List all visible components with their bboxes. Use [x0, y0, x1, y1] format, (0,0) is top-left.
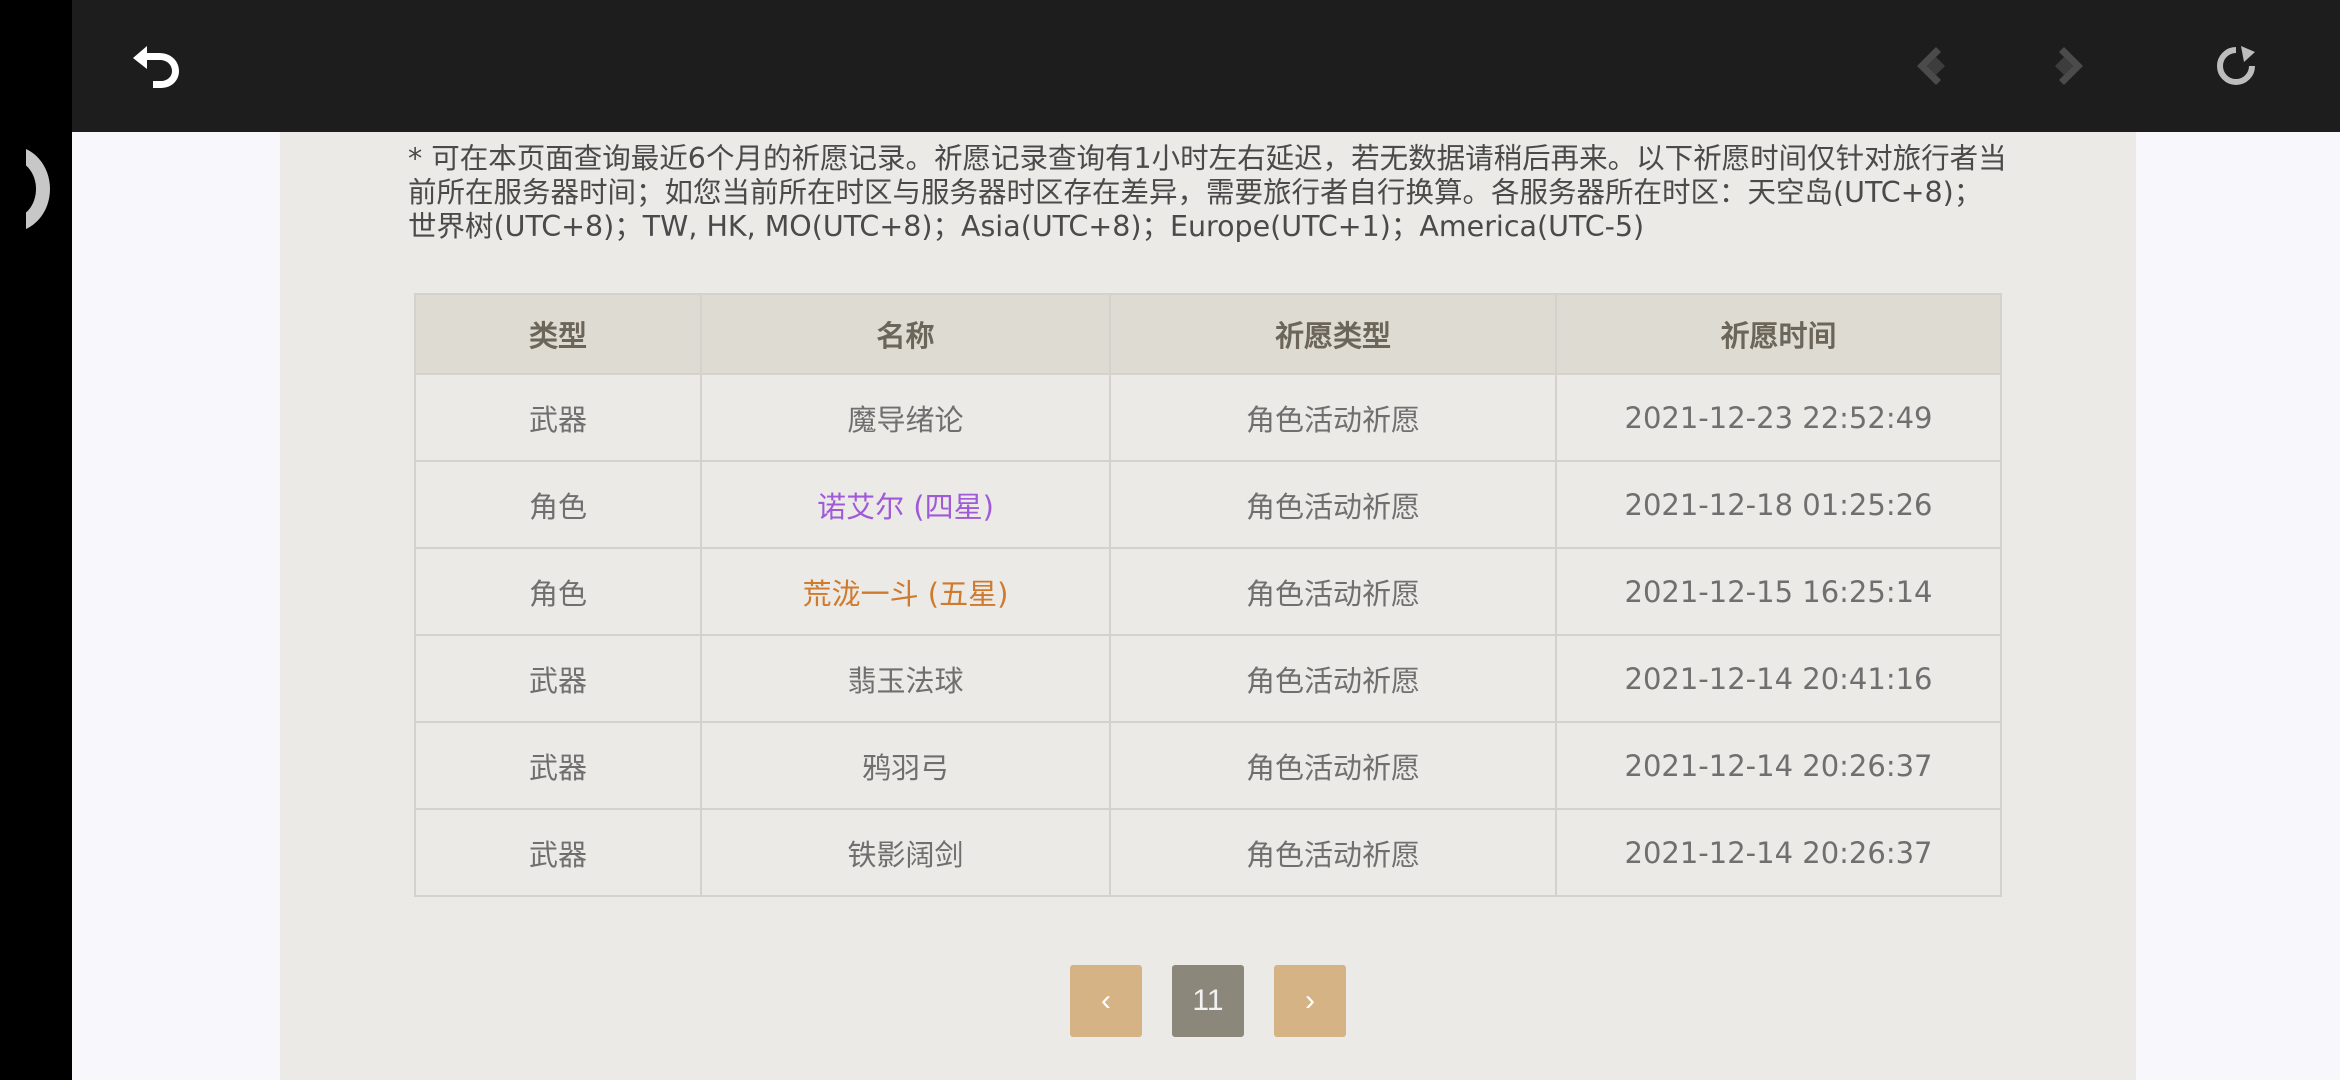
- cell-name: 铁影阔剑: [700, 808, 1111, 897]
- cell-name-five-star: 荒泷一斗 (五星): [700, 547, 1111, 636]
- cell-time: 2021-12-15 16:25:14: [1555, 547, 2002, 636]
- current-page-indicator: 11: [1172, 965, 1244, 1037]
- cell-wish-type: 角色活动祈愿: [1109, 808, 1557, 897]
- notice-text: * 可在本页面查询最近6个月的祈愿记录。祈愿记录查询有1小时左右延迟，若无数据请…: [408, 142, 2007, 243]
- header-wish-time: 祈愿时间: [1555, 293, 2002, 375]
- nav-next-button[interactable]: [2034, 36, 2094, 96]
- cell-type: 武器: [414, 721, 702, 810]
- cell-time: 2021-12-14 20:41:16: [1555, 634, 2002, 723]
- cell-type: 武器: [414, 373, 702, 462]
- cell-type: 角色: [414, 460, 702, 549]
- cell-name: 魔导绪论: [700, 373, 1111, 462]
- table-row: 角色 诺艾尔 (四星) 角色活动祈愿 2021-12-18 01:25:26: [414, 460, 2002, 549]
- cell-type: 角色: [414, 547, 702, 636]
- cell-wish-type: 角色活动祈愿: [1109, 634, 1557, 723]
- header-type: 类型: [414, 293, 702, 375]
- cell-name: 鸦羽弓: [700, 721, 1111, 810]
- back-button[interactable]: [126, 36, 186, 96]
- table-row: 武器 魔导绪论 角色活动祈愿 2021-12-23 22:52:49: [414, 373, 2002, 462]
- back-arrow-icon: [133, 46, 179, 88]
- diamond-arrow-right-icon: [2055, 47, 2083, 85]
- wish-record-table: 类型 名称 祈愿类型 祈愿时间 武器 魔导绪论 角色活动祈愿 2021-12-2…: [414, 293, 2002, 897]
- cell-name-four-star: 诺艾尔 (四星): [700, 460, 1111, 549]
- screen: * 可在本页面查询最近6个月的祈愿记录。祈愿记录查询有1小时左右延迟，若无数据请…: [0, 0, 2340, 1080]
- cell-type: 武器: [414, 808, 702, 897]
- prev-page-button[interactable]: ‹: [1070, 965, 1142, 1037]
- table-row: 武器 翡玉法球 角色活动祈愿 2021-12-14 20:41:16: [414, 634, 2002, 723]
- cell-type: 武器: [414, 634, 702, 723]
- nav-prev-button[interactable]: [1906, 36, 1966, 96]
- cell-wish-type: 角色活动祈愿: [1109, 721, 1557, 810]
- cell-wish-type: 角色活动祈愿: [1109, 460, 1557, 549]
- header-name: 名称: [700, 293, 1111, 375]
- cell-time: 2021-12-14 20:26:37: [1555, 721, 2002, 810]
- top-toolbar: [72, 0, 2340, 132]
- cell-name: 翡玉法球: [700, 634, 1111, 723]
- cell-wish-type: 角色活动祈愿: [1109, 547, 1557, 636]
- pagination: ‹ 11 ›: [1070, 965, 1346, 1037]
- refresh-icon: [2217, 46, 2255, 85]
- table-row: 角色 荒泷一斗 (五星) 角色活动祈愿 2021-12-15 16:25:14: [414, 547, 2002, 636]
- cell-time: 2021-12-23 22:52:49: [1555, 373, 2002, 462]
- diamond-arrow-left-icon: [1917, 47, 1945, 85]
- cell-wish-type: 角色活动祈愿: [1109, 373, 1557, 462]
- header-wish-type: 祈愿类型: [1109, 293, 1557, 375]
- table-header-row: 类型 名称 祈愿类型 祈愿时间: [414, 293, 2002, 375]
- cell-time: 2021-12-18 01:25:26: [1555, 460, 2002, 549]
- refresh-button[interactable]: [2206, 36, 2266, 96]
- table-row: 武器 鸦羽弓 角色活动祈愿 2021-12-14 20:26:37: [414, 721, 2002, 810]
- cell-time: 2021-12-14 20:26:37: [1555, 808, 2002, 897]
- next-page-button[interactable]: ›: [1274, 965, 1346, 1037]
- table-row: 武器 铁影阔剑 角色活动祈愿 2021-12-14 20:26:37: [414, 808, 2002, 897]
